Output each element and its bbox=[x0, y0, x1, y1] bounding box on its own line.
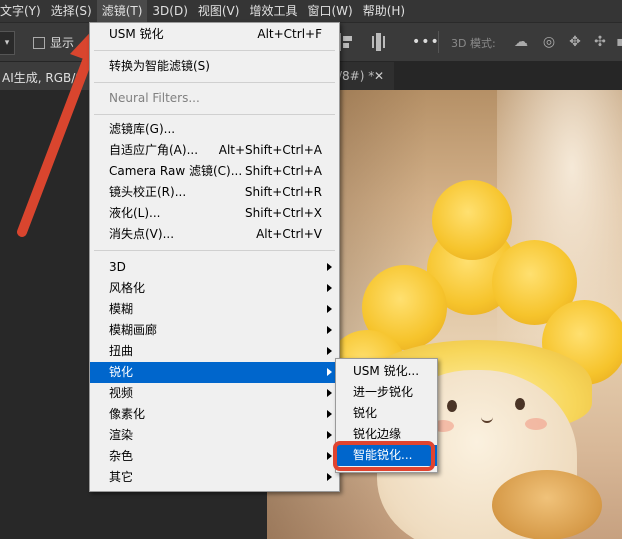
menu-item-3d[interactable]: 3D bbox=[90, 257, 339, 278]
menu-type[interactable]: 文字(Y) bbox=[0, 0, 46, 22]
distribute-icon[interactable] bbox=[372, 33, 386, 51]
menu-item-stylize[interactable]: 风格化 bbox=[90, 278, 339, 299]
menu-separator bbox=[94, 114, 335, 115]
menu-item-other[interactable]: 其它 bbox=[90, 467, 339, 488]
submenu-arrow-icon bbox=[327, 368, 332, 376]
submenu-item-sharpen[interactable]: 锐化 bbox=[336, 403, 437, 424]
menu-bar: 文字(Y) 选择(S) 滤镜(T) 3D(D) 视图(V) 增效工具 窗口(W)… bbox=[0, 0, 622, 23]
menu-item-filter-gallery[interactable]: 滤镜库(G)... bbox=[90, 119, 339, 140]
menu-item-video[interactable]: 视频 bbox=[90, 383, 339, 404]
document-tab-label: AI生成, RGB/8 bbox=[2, 71, 83, 85]
scale-3d-icon[interactable]: ▪ bbox=[612, 33, 622, 51]
menu-plugins[interactable]: 增效工具 bbox=[244, 0, 302, 22]
menu-item-noise[interactable]: 杂色 bbox=[90, 446, 339, 467]
menu-item-adaptive-wide-angle[interactable]: 自适应广角(A)... Alt+Shift+Ctrl+A bbox=[90, 140, 339, 161]
show-transform-label: 显示 bbox=[50, 36, 75, 50]
menu-item-camera-raw[interactable]: Camera Raw 滤镜(C)... Shift+Ctrl+A bbox=[90, 161, 339, 182]
submenu-arrow-icon bbox=[327, 284, 332, 292]
submenu-arrow-icon bbox=[327, 326, 332, 334]
pan-3d-icon[interactable]: ✥ bbox=[566, 33, 584, 51]
document-tab-label: /8#) * bbox=[338, 69, 375, 83]
submenu-item-usm-sharpen[interactable]: USM 锐化... bbox=[336, 361, 437, 382]
menu-select[interactable]: 选择(S) bbox=[46, 0, 97, 22]
menu-item-usm-sharpen[interactable]: USM 锐化 Alt+Ctrl+F bbox=[90, 24, 339, 45]
submenu-arrow-icon bbox=[327, 473, 332, 481]
menu-item-liquify[interactable]: 液化(L)... Shift+Ctrl+X bbox=[90, 203, 339, 224]
show-transform-checkbox[interactable] bbox=[33, 37, 45, 49]
document-tab[interactable]: /8#) * bbox=[336, 62, 394, 90]
submenu-arrow-icon bbox=[327, 263, 332, 271]
close-icon[interactable]: ✕ bbox=[374, 69, 384, 83]
menu-filter[interactable]: 滤镜(T) bbox=[96, 0, 148, 22]
menu-item-sharpen[interactable]: 锐化 bbox=[90, 362, 339, 383]
menu-item-pixelate[interactable]: 像素化 bbox=[90, 404, 339, 425]
submenu-arrow-icon bbox=[327, 347, 332, 355]
more-options-icon[interactable]: ••• bbox=[412, 34, 440, 50]
menu-item-blur[interactable]: 模糊 bbox=[90, 299, 339, 320]
menu-item-lens-correction[interactable]: 镜头校正(R)... Shift+Ctrl+R bbox=[90, 182, 339, 203]
menu-item-render[interactable]: 渲染 bbox=[90, 425, 339, 446]
submenu-item-sharpen-more[interactable]: 进一步锐化 bbox=[336, 382, 437, 403]
menu-3d[interactable]: 3D(D) bbox=[147, 0, 192, 22]
annotation-highlight-box bbox=[333, 441, 435, 471]
slide-3d-icon[interactable]: ✣ bbox=[591, 33, 609, 51]
menu-separator bbox=[94, 250, 335, 251]
menu-view[interactable]: 视图(V) bbox=[193, 0, 245, 22]
menu-item-convert-smart-filter[interactable]: 转换为智能滤镜(S) bbox=[90, 56, 339, 77]
menu-separator bbox=[94, 50, 335, 51]
submenu-arrow-icon bbox=[327, 305, 332, 313]
menu-item-distort[interactable]: 扭曲 bbox=[90, 341, 339, 362]
roll-3d-icon[interactable]: ◎ bbox=[540, 33, 558, 51]
mode-3d-label: 3D 模式: bbox=[451, 37, 496, 50]
document-tab-active[interactable]: AI生成, RGB/8 bbox=[0, 62, 96, 90]
align-icon[interactable] bbox=[339, 33, 353, 51]
tool-preset-dropdown[interactable]: ▾ bbox=[0, 31, 15, 55]
submenu-arrow-icon bbox=[327, 410, 332, 418]
menu-item-blur-gallery[interactable]: 模糊画廊 bbox=[90, 320, 339, 341]
menu-item-neural-filters: Neural Filters... bbox=[109, 91, 200, 105]
menu-help[interactable]: 帮助(H) bbox=[358, 0, 410, 22]
submenu-arrow-icon bbox=[327, 452, 332, 460]
orbit-3d-icon[interactable]: ☁ bbox=[512, 33, 530, 51]
submenu-arrow-icon bbox=[327, 431, 332, 439]
menu-separator bbox=[94, 82, 335, 83]
toolbar-divider bbox=[438, 31, 439, 53]
filter-menu: USM 锐化 Alt+Ctrl+F 转换为智能滤镜(S) Neural Filt… bbox=[89, 22, 340, 492]
submenu-arrow-icon bbox=[327, 389, 332, 397]
menu-window[interactable]: 窗口(W) bbox=[302, 0, 357, 22]
menu-item-vanishing-point[interactable]: 消失点(V)... Alt+Ctrl+V bbox=[90, 224, 339, 245]
